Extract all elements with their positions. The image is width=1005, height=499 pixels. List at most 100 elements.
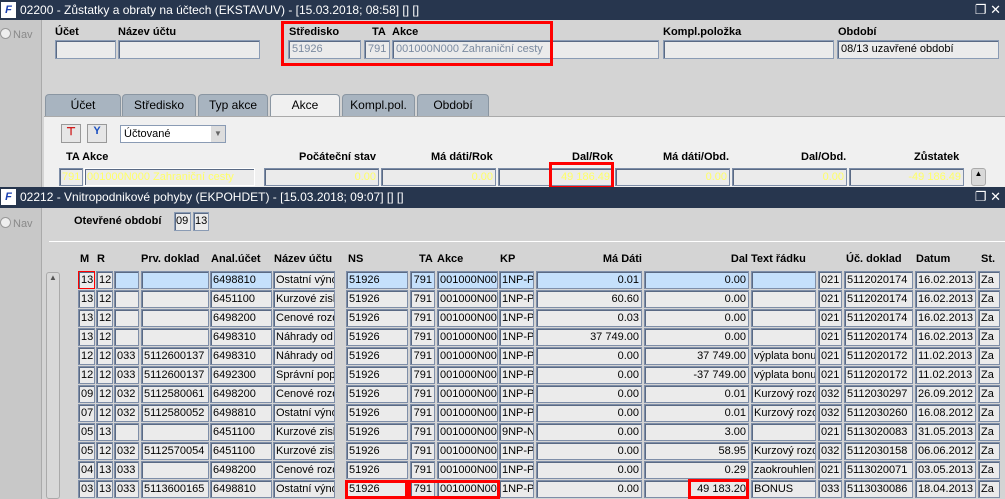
table-cell[interactable]: 04 xyxy=(78,461,95,479)
table-cell[interactable]: Kurzové zisky xyxy=(273,290,335,308)
table-cell[interactable]: 5112580061 xyxy=(141,385,209,403)
table-cell[interactable]: 12 xyxy=(96,328,113,346)
table-cell[interactable]: 001000N000 xyxy=(437,271,498,289)
table-cell[interactable]: 51926 xyxy=(346,347,408,365)
table-cell[interactable]: 6498200 xyxy=(210,309,272,327)
table-cell[interactable]: 6498200 xyxy=(210,385,272,403)
table-cell[interactable]: 1NP-Pi xyxy=(499,366,534,384)
table-cell[interactable]: 5112030158 xyxy=(844,442,913,460)
table-cell[interactable]: 6451100 xyxy=(210,290,272,308)
table-cell[interactable]: 001000N000 xyxy=(437,366,498,384)
table-cell[interactable] xyxy=(751,328,816,346)
tab-2[interactable]: Typ akce xyxy=(198,94,268,116)
table-cell[interactable]: 1NP-Pi xyxy=(499,404,534,422)
table-cell[interactable]: 51926 xyxy=(346,423,408,441)
table-cell[interactable]: 16.02.2013 xyxy=(915,271,976,289)
table-cell[interactable]: 5112600137 xyxy=(141,366,209,384)
table-cell[interactable]: 032 xyxy=(114,385,139,403)
tools-icon[interactable]: ⊤ xyxy=(61,124,81,143)
table-cell[interactable]: 11.02.2013 xyxy=(915,366,976,384)
table-cell[interactable]: 021 xyxy=(818,290,842,308)
table-cell[interactable]: 5113030086 xyxy=(844,480,913,498)
table-cell[interactable]: 1NP-Pi xyxy=(499,328,534,346)
table-cell[interactable] xyxy=(141,271,209,289)
table-cell[interactable]: 021 xyxy=(818,366,842,384)
table-cell[interactable]: 791 xyxy=(410,480,435,498)
ucet-input[interactable] xyxy=(55,40,116,59)
table-cell[interactable]: 1NP-Pi xyxy=(499,271,534,289)
table-cell[interactable]: 5112020172 xyxy=(844,366,913,384)
table-cell[interactable]: 001000N000 xyxy=(437,461,498,479)
sum-dal-obd[interactable]: 0.00 xyxy=(732,168,847,186)
table-cell[interactable]: 60.60 xyxy=(536,290,642,308)
nav-radio[interactable]: Nav xyxy=(0,217,33,230)
table-cell[interactable]: Ostatní výnos xyxy=(273,480,335,498)
table-cell[interactable]: 13 xyxy=(96,461,113,479)
table-cell[interactable]: 5112030260 xyxy=(844,404,913,422)
table-cell[interactable]: 51926 xyxy=(346,366,408,384)
nav-radio[interactable]: Nav xyxy=(0,28,33,41)
table-cell[interactable]: 032 xyxy=(818,404,842,422)
table-cell[interactable]: 0.29 xyxy=(644,461,749,479)
table-cell[interactable]: 13 xyxy=(96,480,113,498)
table-cell[interactable]: 032 xyxy=(114,404,139,422)
akce-input[interactable]: 001000N000 Zahraniční cesty xyxy=(392,40,659,59)
table-cell[interactable]: 001000N000 xyxy=(437,442,498,460)
table-cell[interactable]: 021 xyxy=(818,309,842,327)
table-cell[interactable]: 51926 xyxy=(346,461,408,479)
table-cell[interactable]: 13 xyxy=(78,271,95,289)
tab-4[interactable]: Kompl.pol. xyxy=(342,94,415,116)
table-cell[interactable]: 12 xyxy=(96,309,113,327)
table-cell[interactable]: 51926 xyxy=(346,385,408,403)
table-cell[interactable]: 001000N000 xyxy=(437,347,498,365)
table-cell[interactable]: 16.08.2012 xyxy=(915,404,976,422)
table-cell[interactable]: 021 xyxy=(818,461,842,479)
table-cell[interactable]: 51926 xyxy=(346,290,408,308)
table-cell[interactable]: 5112580052 xyxy=(141,404,209,422)
table-cell[interactable]: 05 xyxy=(78,442,95,460)
table-cell[interactable]: 3.00 xyxy=(644,423,749,441)
table-cell[interactable]: Za xyxy=(978,404,1000,422)
table-cell[interactable]: 033 xyxy=(114,366,139,384)
table-cell[interactable]: Za xyxy=(978,366,1000,384)
table-cell[interactable]: Kurzové zisky xyxy=(273,423,335,441)
open-period-month[interactable]: 09 xyxy=(174,212,191,231)
table-cell[interactable]: Za xyxy=(978,309,1000,327)
table-cell[interactable]: 0.01 xyxy=(644,404,749,422)
table-cell[interactable]: 001000N000 xyxy=(437,385,498,403)
close-icon[interactable]: ✕ xyxy=(990,189,1001,204)
table-cell[interactable] xyxy=(751,309,816,327)
table-cell[interactable]: 021 xyxy=(818,347,842,365)
table-cell[interactable]: 16.02.2013 xyxy=(915,328,976,346)
obdobi-input[interactable]: 08/13 uzavřené období xyxy=(837,40,999,59)
table-cell[interactable]: Kurzový rozdíl xyxy=(751,442,816,460)
restore-icon[interactable]: ❐ xyxy=(975,2,987,17)
table-cell[interactable]: 5112020174 xyxy=(844,328,913,346)
table-cell[interactable]: Za xyxy=(978,423,1000,441)
table-cell[interactable]: 0.00 xyxy=(644,290,749,308)
table-cell[interactable]: 13 xyxy=(78,328,95,346)
table-cell[interactable]: 033 xyxy=(818,480,842,498)
table-cell[interactable]: 58.95 xyxy=(644,442,749,460)
table-cell[interactable]: 0.00 xyxy=(536,385,642,403)
table-cell[interactable]: 5112570054 xyxy=(141,442,209,460)
nazev-uctu-input[interactable] xyxy=(118,40,260,59)
table-cell[interactable]: Za xyxy=(978,271,1000,289)
filter-icon[interactable]: Y xyxy=(87,124,107,143)
table-cell[interactable]: výplata bonus xyxy=(751,347,816,365)
table-cell[interactable]: 6498810 xyxy=(210,404,272,422)
sum-dal-rok[interactable]: 49 186.49 xyxy=(498,168,613,186)
table-cell[interactable]: Za xyxy=(978,442,1000,460)
table-cell[interactable]: 31.05.2013 xyxy=(915,423,976,441)
table-cell[interactable]: -37 749.00 xyxy=(644,366,749,384)
table-cell[interactable]: 1NP-Pi xyxy=(499,385,534,403)
table-cell[interactable]: 001000N000 xyxy=(437,328,498,346)
table-cell[interactable]: 0.00 xyxy=(536,423,642,441)
table-cell[interactable]: 9NP-N xyxy=(499,423,534,441)
table-cell[interactable]: 791 xyxy=(410,290,435,308)
table-cell[interactable]: Správní pop xyxy=(273,366,335,384)
restore-icon[interactable]: ❐ xyxy=(975,189,987,204)
table-cell[interactable]: 12 xyxy=(96,404,113,422)
table-cell[interactable]: 1NP-Pi xyxy=(499,461,534,479)
table-cell[interactable]: BONUS xyxy=(751,480,816,498)
